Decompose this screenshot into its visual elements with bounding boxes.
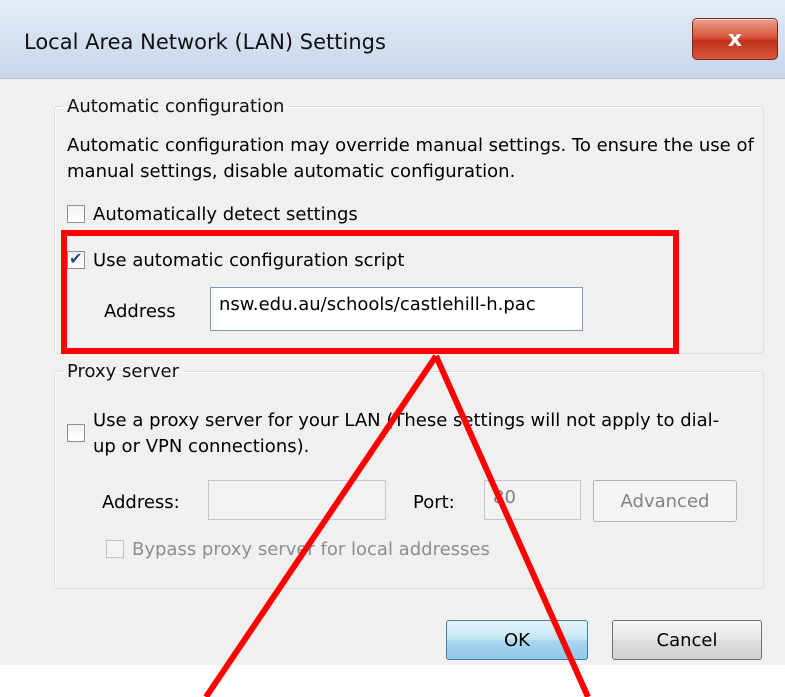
advanced-button[interactable]: Advanced (593, 480, 737, 522)
proxy-address-input[interactable] (208, 480, 386, 520)
auto-script-row[interactable]: Use automatic configuration script (67, 249, 404, 273)
proxy-address-label: Address: (102, 492, 180, 513)
auto-config-description: Automatic configuration may override man… (67, 135, 754, 182)
detect-settings-label[interactable]: Automatically detect settings (93, 203, 358, 227)
bypass-proxy-checkbox[interactable] (106, 540, 124, 558)
use-proxy-checkbox[interactable] (67, 424, 85, 442)
advanced-button-label: Advanced (620, 490, 710, 512)
proxy-port-input[interactable]: 80 (484, 480, 581, 520)
auto-script-label[interactable]: Use automatic configuration script (93, 249, 404, 273)
ok-button[interactable]: OK (446, 620, 588, 660)
cancel-button[interactable]: Cancel (612, 620, 762, 660)
detect-settings-row[interactable]: Automatically detect settings (67, 203, 358, 227)
auto-config-legend: Automatic configuration (67, 96, 285, 117)
bottom-edge (0, 665, 785, 697)
ok-button-label: OK (504, 629, 530, 651)
close-icon: x (727, 26, 743, 52)
detect-settings-checkbox[interactable] (67, 205, 85, 223)
close-button[interactable]: x (692, 18, 778, 60)
cancel-button-label: Cancel (656, 629, 718, 651)
auto-script-checkbox[interactable] (67, 249, 85, 269)
bypass-proxy-row[interactable]: Bypass proxy server for local addresses (106, 538, 490, 562)
use-proxy-row[interactable]: Use a proxy server for your LAN (These s… (67, 408, 737, 460)
dialog-title: Local Area Network (LAN) Settings (24, 30, 386, 54)
proxy-server-legend: Proxy server (67, 361, 180, 382)
script-address-input[interactable]: nsw.edu.au/schools/castlehill-h.pac (210, 287, 583, 331)
script-address-label: Address (104, 301, 176, 322)
bypass-proxy-label[interactable]: Bypass proxy server for local addresses (132, 538, 490, 562)
proxy-port-label: Port: (413, 492, 455, 513)
lan-settings-dialog: Local Area Network (LAN) Settings x Auto… (0, 0, 785, 697)
use-proxy-label[interactable]: Use a proxy server for your LAN (These s… (93, 408, 737, 460)
title-bar[interactable]: Local Area Network (LAN) Settings x (0, 0, 785, 79)
